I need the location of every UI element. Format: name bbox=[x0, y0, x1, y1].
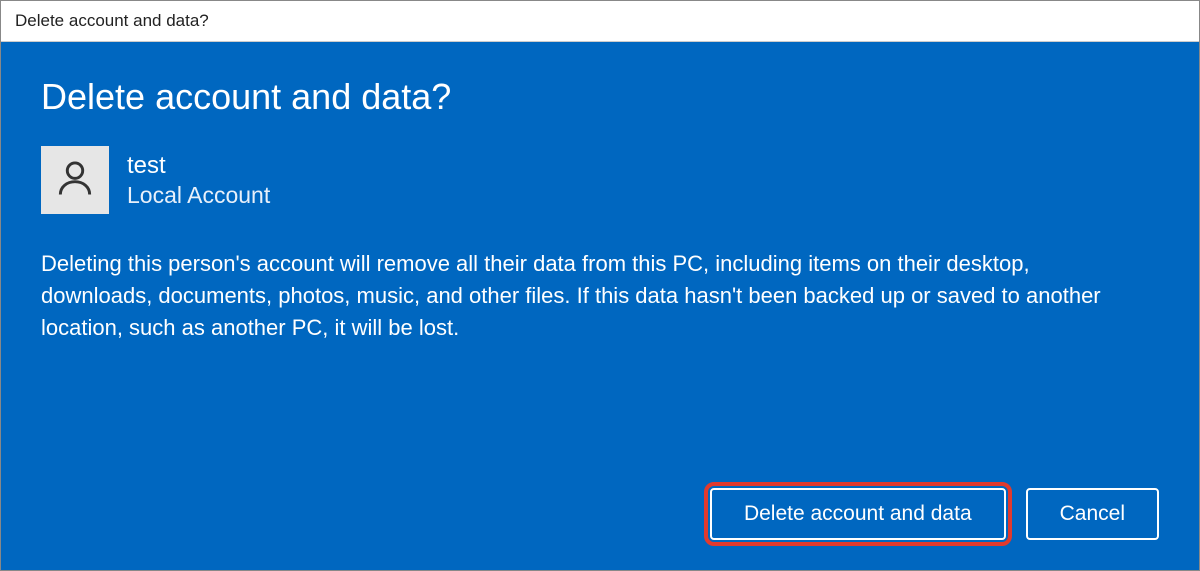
account-type: Local Account bbox=[127, 182, 270, 209]
window-titlebar: Delete account and data? bbox=[1, 1, 1199, 42]
cancel-button[interactable]: Cancel bbox=[1026, 488, 1159, 540]
dialog-content: Delete account and data? test Local Acco… bbox=[1, 42, 1199, 570]
dialog-window: Delete account and data? Delete account … bbox=[0, 0, 1200, 571]
user-row: test Local Account bbox=[41, 146, 1159, 214]
user-info: test Local Account bbox=[127, 152, 270, 209]
avatar bbox=[41, 146, 109, 214]
window-title: Delete account and data? bbox=[15, 11, 209, 30]
user-icon bbox=[53, 156, 97, 205]
dialog-description: Deleting this person's account will remo… bbox=[41, 248, 1141, 344]
dialog-heading: Delete account and data? bbox=[41, 76, 1159, 118]
username: test bbox=[127, 152, 270, 180]
button-row: Delete account and data Cancel bbox=[41, 488, 1159, 540]
delete-account-button[interactable]: Delete account and data bbox=[710, 488, 1006, 540]
